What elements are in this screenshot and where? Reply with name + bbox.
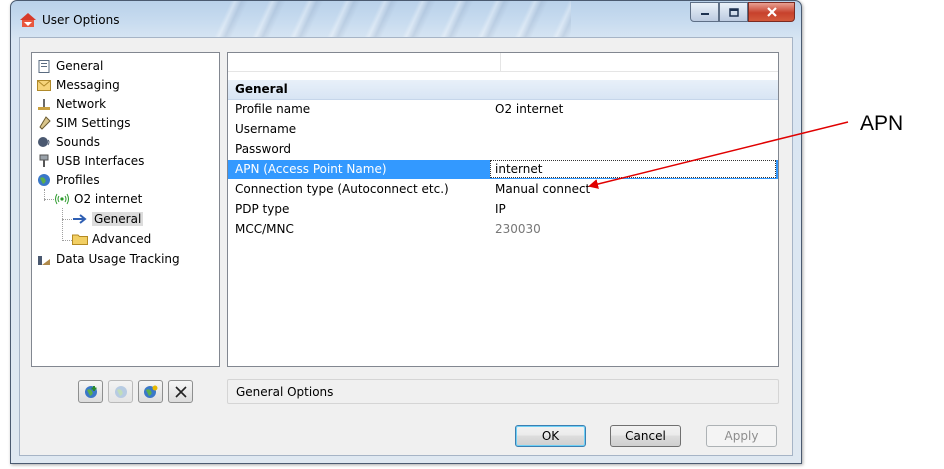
minimize-button[interactable] xyxy=(690,2,719,22)
status-text: General Options xyxy=(236,385,334,399)
title-bar-decoration xyxy=(211,1,571,37)
antenna-icon xyxy=(54,192,70,206)
grid-row-password[interactable]: Password xyxy=(228,140,778,159)
minimize-icon xyxy=(700,13,709,15)
globe-icon xyxy=(36,173,52,187)
tree-item-sim-settings[interactable]: SIM Settings xyxy=(36,114,131,132)
options-tree[interactable]: General Messaging Network SIM Settings S… xyxy=(31,52,220,367)
grid-row-mcc-mnc[interactable]: MCC/MNC 230030 xyxy=(228,220,778,239)
row-key: Profile name xyxy=(235,102,311,116)
tree-item-label: Network xyxy=(56,97,107,111)
usb-icon xyxy=(36,154,52,168)
grid-section-header: General xyxy=(228,80,778,100)
copy-profile-icon xyxy=(114,385,127,398)
tree-item-network[interactable]: Network xyxy=(36,95,106,113)
network-icon xyxy=(36,97,52,111)
tree-connector xyxy=(62,208,63,241)
ok-button[interactable]: OK xyxy=(515,425,586,447)
row-value[interactable]: internet xyxy=(495,162,542,176)
app-icon xyxy=(20,13,36,27)
window-title: User Options xyxy=(42,13,120,27)
row-key: Username xyxy=(235,122,297,136)
properties-grid[interactable]: General Profile name O2 internet Usernam… xyxy=(227,52,779,367)
add-profile-icon xyxy=(84,385,97,398)
tree-connector xyxy=(62,240,72,241)
tree-item-label: Messaging xyxy=(56,78,120,92)
tree-item-label: General xyxy=(56,59,104,73)
status-bar: General Options xyxy=(227,379,779,404)
row-value[interactable]: Manual connect xyxy=(495,182,590,196)
row-value: 230030 xyxy=(495,222,541,236)
row-value[interactable]: IP xyxy=(495,202,506,216)
close-icon xyxy=(766,7,777,17)
chart-icon xyxy=(36,252,52,266)
row-key: Connection type (Autoconnect etc.) xyxy=(235,182,449,196)
tree-item-advanced[interactable]: Advanced xyxy=(72,230,151,248)
tree-item-label: Sounds xyxy=(56,135,101,149)
arrow-right-icon xyxy=(72,212,88,226)
grid-row-pdp-type[interactable]: PDP type IP xyxy=(228,200,778,219)
speaker-icon xyxy=(36,135,52,149)
grid-row-profile-name[interactable]: Profile name O2 internet xyxy=(228,100,778,119)
delete-profile-button[interactable] xyxy=(168,380,193,403)
tree-item-label: Advanced xyxy=(92,232,152,246)
envelope-icon xyxy=(36,78,52,92)
add-profile-button[interactable] xyxy=(78,380,103,403)
copy-profile-button[interactable] xyxy=(108,380,133,403)
window-controls xyxy=(690,2,795,22)
edit-profile-button[interactable] xyxy=(138,380,163,403)
tree-item-profiles[interactable]: Profiles xyxy=(36,171,100,189)
general-page-icon xyxy=(36,59,52,73)
tree-item-messaging[interactable]: Messaging xyxy=(36,76,120,94)
tree-item-label: SIM Settings xyxy=(56,116,131,130)
close-button[interactable] xyxy=(748,2,795,22)
row-key: Password xyxy=(235,142,292,156)
grid-header xyxy=(228,53,778,72)
user-options-window: User Options General Messaging Network S… xyxy=(10,0,802,464)
tree-item-label: Data Usage Tracking xyxy=(56,252,180,266)
dialog-client-area: General Messaging Network SIM Settings S… xyxy=(19,37,793,456)
tree-item-o2-internet[interactable]: O2 internet xyxy=(54,190,142,208)
tree-item-data-usage-tracking[interactable]: Data Usage Tracking xyxy=(36,250,180,268)
tree-connector xyxy=(44,199,54,200)
tree-item-usb-interfaces[interactable]: USB Interfaces xyxy=(36,152,144,170)
tree-item-sounds[interactable]: Sounds xyxy=(36,133,100,151)
tree-connector xyxy=(62,219,72,220)
edit-profile-icon xyxy=(143,385,157,398)
grid-row-apn[interactable]: APN (Access Point Name) internet xyxy=(228,160,778,179)
section-title: General xyxy=(235,82,288,96)
grid-column-separator xyxy=(500,53,501,71)
tree-item-label: General xyxy=(92,212,144,226)
row-key: PDP type xyxy=(235,202,290,216)
tree-item-label: Profiles xyxy=(56,173,100,187)
row-key: APN (Access Point Name) xyxy=(235,162,387,176)
row-value[interactable]: O2 internet xyxy=(495,102,563,116)
apply-button: Apply xyxy=(706,425,777,447)
tree-item-profile-general[interactable]: General xyxy=(72,210,144,228)
title-bar[interactable]: User Options xyxy=(11,1,801,37)
delete-icon xyxy=(174,385,187,398)
folder-icon xyxy=(72,232,88,246)
tree-item-label: O2 internet xyxy=(74,192,143,206)
maximize-icon xyxy=(728,7,739,17)
cancel-button[interactable]: Cancel xyxy=(610,425,681,447)
sim-card-icon xyxy=(36,116,52,130)
annotation-label: APN xyxy=(860,112,904,135)
grid-row-username[interactable]: Username xyxy=(228,120,778,139)
row-key: MCC/MNC xyxy=(235,222,294,236)
maximize-button[interactable] xyxy=(719,2,748,22)
grid-row-connection-type[interactable]: Connection type (Autoconnect etc.) Manua… xyxy=(228,180,778,199)
tree-item-general[interactable]: General xyxy=(36,57,103,75)
tree-item-label: USB Interfaces xyxy=(56,154,145,168)
